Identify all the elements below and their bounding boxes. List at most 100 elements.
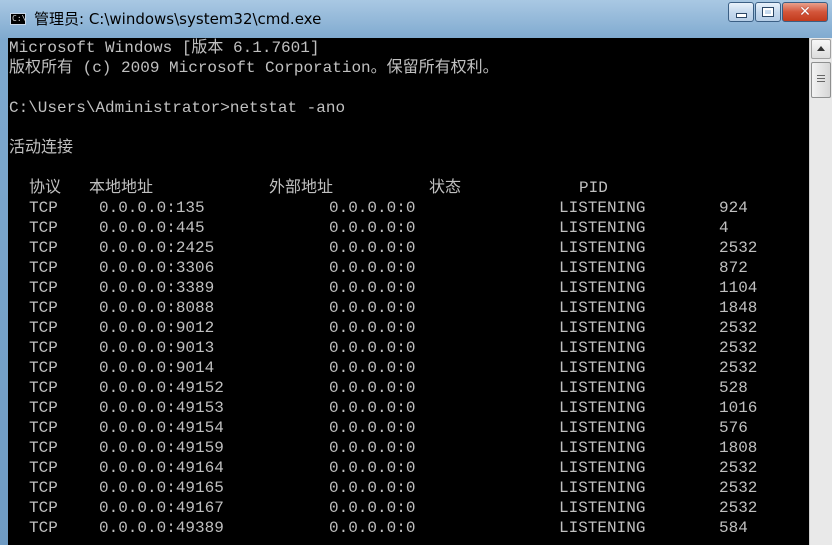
- table-cell-local: 0.0.0.0:2425: [99, 239, 215, 257]
- table-cell-pid: 872: [719, 259, 748, 277]
- table-cell-proto: TCP: [29, 479, 58, 497]
- table-cell-local: 0.0.0.0:3306: [99, 259, 215, 277]
- table-cell-pid: 2532: [719, 359, 758, 377]
- window-title: 管理员: C:\windows\system32\cmd.exe: [34, 10, 322, 28]
- vertical-scrollbar[interactable]: [809, 38, 832, 545]
- scroll-up-arrow-icon[interactable]: [811, 39, 831, 59]
- table-cell-pid: 2532: [719, 459, 758, 477]
- table-cell-foreign: 0.0.0.0:0: [329, 459, 416, 477]
- table-cell-foreign: 0.0.0.0:0: [329, 299, 416, 317]
- maximize-button[interactable]: [755, 2, 781, 22]
- table-cell-local: 0.0.0.0:49152: [99, 379, 224, 397]
- table-cell-proto: TCP: [29, 339, 58, 357]
- console-output[interactable]: Microsoft Windows [版本 6.1.7601] 版权所有 (c)…: [8, 38, 809, 545]
- table-cell-proto: TCP: [29, 359, 58, 377]
- scroll-thumb[interactable]: [811, 62, 831, 98]
- table-cell-proto: TCP: [29, 239, 58, 257]
- table-cell-foreign: 0.0.0.0:0: [329, 339, 416, 357]
- column-header-proto: 协议: [29, 179, 62, 197]
- table-cell-pid: 924: [719, 199, 748, 217]
- table-cell-local: 0.0.0.0:9012: [99, 319, 215, 337]
- table-cell-foreign: 0.0.0.0:0: [329, 239, 416, 257]
- table-cell-foreign: 0.0.0.0:0: [329, 279, 416, 297]
- table-cell-state: LISTENING: [559, 379, 646, 397]
- table-cell-state: LISTENING: [559, 279, 646, 297]
- table-cell-foreign: 0.0.0.0:0: [329, 419, 416, 437]
- table-cell-local: 0.0.0.0:49167: [99, 499, 224, 517]
- table-cell-foreign: 0.0.0.0:0: [329, 479, 416, 497]
- table-cell-state: LISTENING: [559, 439, 646, 457]
- table-cell-proto: TCP: [29, 299, 58, 317]
- table-cell-foreign: 0.0.0.0:0: [329, 439, 416, 457]
- table-cell-foreign: 0.0.0.0:0: [329, 519, 416, 537]
- grip-icon: [817, 75, 825, 76]
- window-controls: ✕: [728, 2, 828, 24]
- table-cell-proto: TCP: [29, 499, 58, 517]
- close-button[interactable]: ✕: [782, 2, 828, 22]
- table-cell-foreign: 0.0.0.0:0: [329, 359, 416, 377]
- table-cell-local: 0.0.0.0:9014: [99, 359, 215, 377]
- table-cell-state: LISTENING: [559, 399, 646, 417]
- table-cell-pid: 2532: [719, 319, 758, 337]
- table-cell-state: LISTENING: [559, 339, 646, 357]
- table-cell-pid: 576: [719, 419, 748, 437]
- table-cell-foreign: 0.0.0.0:0: [329, 219, 416, 237]
- table-cell-local: 0.0.0.0:9013: [99, 339, 215, 357]
- title-bar[interactable]: C:\ 管理员: C:\windows\system32\cmd.exe ✕: [0, 0, 832, 38]
- table-cell-pid: 584: [719, 519, 748, 537]
- table-cell-state: LISTENING: [559, 479, 646, 497]
- table-cell-local: 0.0.0.0:49153: [99, 399, 224, 417]
- table-cell-proto: TCP: [29, 439, 58, 457]
- table-cell-pid: 4: [719, 219, 729, 237]
- table-cell-local: 0.0.0.0:135: [99, 199, 205, 217]
- maximize-icon: [762, 7, 774, 17]
- table-cell-state: LISTENING: [559, 299, 646, 317]
- table-cell-pid: 1016: [719, 399, 758, 417]
- console-line: Microsoft Windows [版本 6.1.7601]: [9, 39, 320, 57]
- table-cell-local: 0.0.0.0:49165: [99, 479, 224, 497]
- table-cell-state: LISTENING: [559, 199, 646, 217]
- table-cell-local: 0.0.0.0:3389: [99, 279, 215, 297]
- table-cell-proto: TCP: [29, 379, 58, 397]
- table-cell-state: LISTENING: [559, 239, 646, 257]
- table-cell-foreign: 0.0.0.0:0: [329, 319, 416, 337]
- table-cell-pid: 1808: [719, 439, 758, 457]
- table-cell-proto: TCP: [29, 419, 58, 437]
- table-cell-state: LISTENING: [559, 459, 646, 477]
- console-line: 版权所有 (c) 2009 Microsoft Corporation。保留所有…: [9, 59, 499, 77]
- table-cell-local: 0.0.0.0:49164: [99, 459, 224, 477]
- table-cell-state: LISTENING: [559, 359, 646, 377]
- column-header-state: 状态: [429, 179, 462, 197]
- table-cell-state: LISTENING: [559, 259, 646, 277]
- table-cell-proto: TCP: [29, 519, 58, 537]
- table-cell-foreign: 0.0.0.0:0: [329, 259, 416, 277]
- table-cell-state: LISTENING: [559, 219, 646, 237]
- cmd-window: C:\ 管理员: C:\windows\system32\cmd.exe ✕ M…: [0, 0, 832, 545]
- column-header-foreign: 外部地址: [269, 179, 334, 197]
- table-cell-proto: TCP: [29, 319, 58, 337]
- table-cell-state: LISTENING: [559, 499, 646, 517]
- table-cell-foreign: 0.0.0.0:0: [329, 399, 416, 417]
- table-cell-proto: TCP: [29, 279, 58, 297]
- minimize-button[interactable]: [728, 2, 754, 22]
- table-cell-foreign: 0.0.0.0:0: [329, 199, 416, 217]
- table-cell-proto: TCP: [29, 199, 58, 217]
- column-header-pid: PID: [579, 179, 608, 197]
- console-line: C:\Users\Administrator>netstat -ano: [9, 99, 346, 117]
- table-cell-pid: 2532: [719, 239, 758, 257]
- minimize-icon: [735, 12, 747, 18]
- table-cell-pid: 1848: [719, 299, 758, 317]
- table-cell-local: 0.0.0.0:49159: [99, 439, 224, 457]
- cmd-icon: C:\: [10, 13, 27, 25]
- table-cell-local: 0.0.0.0:49154: [99, 419, 224, 437]
- table-cell-proto: TCP: [29, 259, 58, 277]
- table-cell-state: LISTENING: [559, 419, 646, 437]
- table-cell-local: 0.0.0.0:445: [99, 219, 205, 237]
- column-header-local: 本地地址: [89, 179, 154, 197]
- table-cell-foreign: 0.0.0.0:0: [329, 499, 416, 517]
- table-cell-pid: 2532: [719, 479, 758, 497]
- table-cell-pid: 1104: [719, 279, 758, 297]
- table-cell-pid: 528: [719, 379, 748, 397]
- table-cell-pid: 2532: [719, 499, 758, 517]
- table-cell-local: 0.0.0.0:8088: [99, 299, 215, 317]
